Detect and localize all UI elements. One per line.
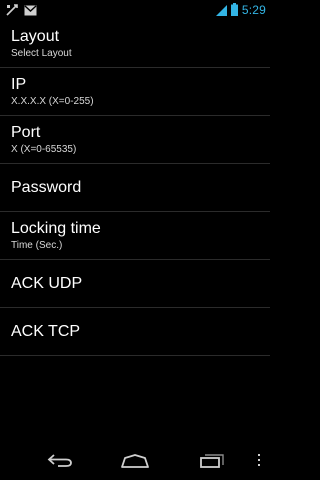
back-icon — [46, 452, 74, 472]
setting-title: Password — [11, 179, 82, 196]
setting-title: ACK UDP — [11, 275, 83, 292]
setting-title: IP — [11, 76, 27, 93]
setting-summary: Time (Sec.) — [11, 240, 63, 251]
setting-ack-tcp[interactable]: ACK TCP — [0, 308, 270, 356]
setting-summary: X.X.X.X (X=0-255) — [11, 96, 94, 107]
status-clock: 5:29 — [241, 3, 266, 17]
setting-ack-udp[interactable]: ACK UDP — [0, 260, 270, 308]
setting-title: Port — [11, 124, 41, 141]
setting-summary: Select Layout — [11, 48, 72, 59]
screen: 5:29 Layout Select Layout IP X.X.X.X (X=… — [0, 0, 270, 480]
setting-ip[interactable]: IP X.X.X.X (X=0-255) — [0, 68, 270, 116]
home-button[interactable] — [115, 450, 155, 474]
back-button[interactable] — [40, 450, 80, 474]
home-icon — [120, 453, 150, 472]
settings-list: Layout Select Layout IP X.X.X.X (X=0-255… — [0, 20, 270, 356]
signal-icon — [215, 1, 227, 20]
setting-summary: X (X=0-65535) — [11, 144, 77, 155]
recent-apps-icon — [199, 452, 225, 472]
overflow-menu-button[interactable] — [256, 453, 262, 471]
notification-icons — [6, 3, 37, 17]
setting-title: Locking time — [11, 220, 101, 237]
overflow-menu-icon — [257, 452, 261, 472]
battery-icon — [230, 1, 238, 20]
setting-password[interactable]: Password — [0, 164, 270, 212]
setting-title: Layout — [11, 28, 60, 45]
system-icons: 5:29 — [215, 1, 266, 20]
usb-icon — [6, 1, 18, 20]
setting-layout[interactable]: Layout Select Layout — [0, 20, 270, 68]
status-bar: 5:29 — [0, 0, 270, 20]
setting-locking-time[interactable]: Locking time Time (Sec.) — [0, 212, 270, 260]
setting-port[interactable]: Port X (X=0-65535) — [0, 116, 270, 164]
gmail-icon — [24, 1, 37, 20]
recent-apps-button[interactable] — [192, 450, 232, 474]
setting-title: ACK TCP — [11, 323, 81, 340]
navigation-bar — [0, 444, 270, 480]
